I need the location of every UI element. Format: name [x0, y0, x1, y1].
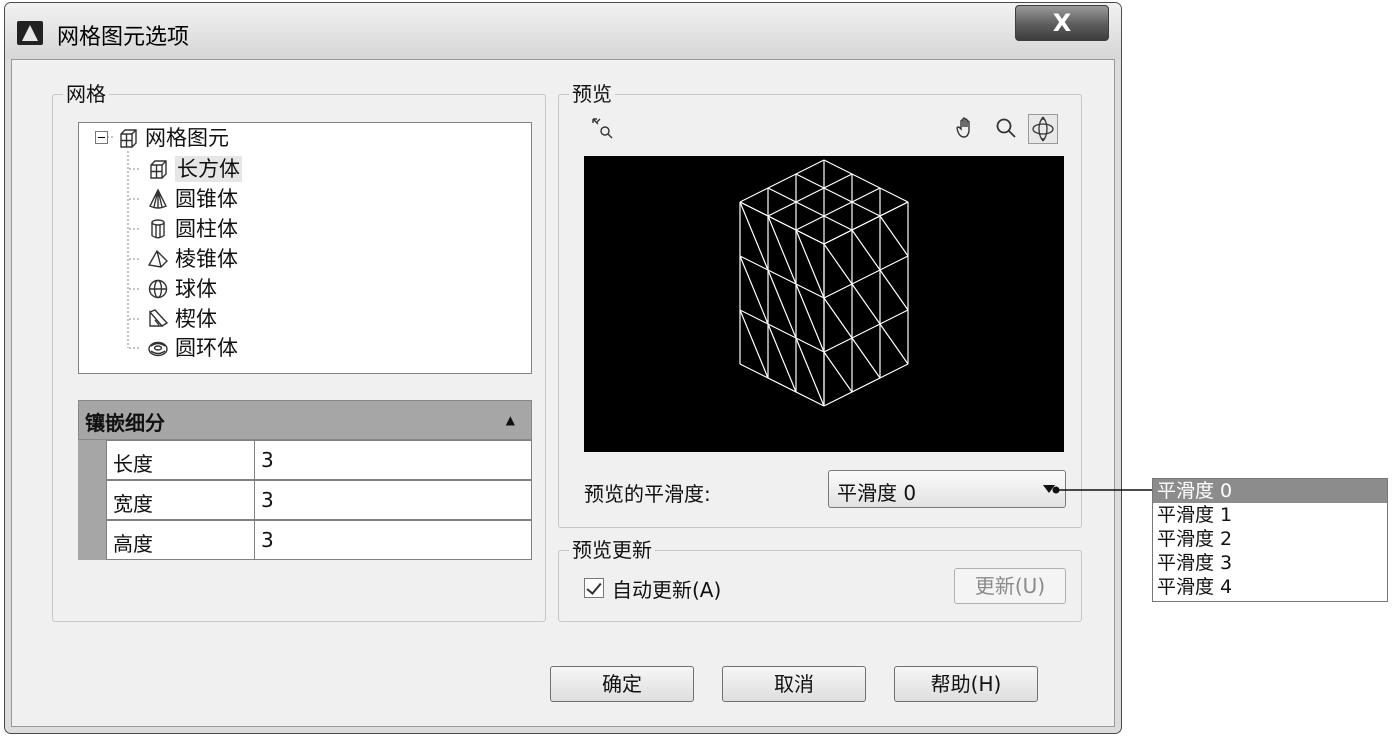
list-item[interactable]: 平滑度 4 [1153, 575, 1387, 599]
list-item[interactable]: 平滑度 3 [1153, 551, 1387, 575]
list-item[interactable]: 平滑度 1 [1153, 503, 1387, 527]
list-item[interactable]: 平滑度 0 [1153, 479, 1387, 503]
list-item[interactable]: 平滑度 2 [1153, 527, 1387, 551]
callout-line [1052, 486, 1152, 494]
smoothness-options-list[interactable]: 平滑度 0 平滑度 1 平滑度 2 平滑度 3 平滑度 4 [1152, 478, 1388, 602]
